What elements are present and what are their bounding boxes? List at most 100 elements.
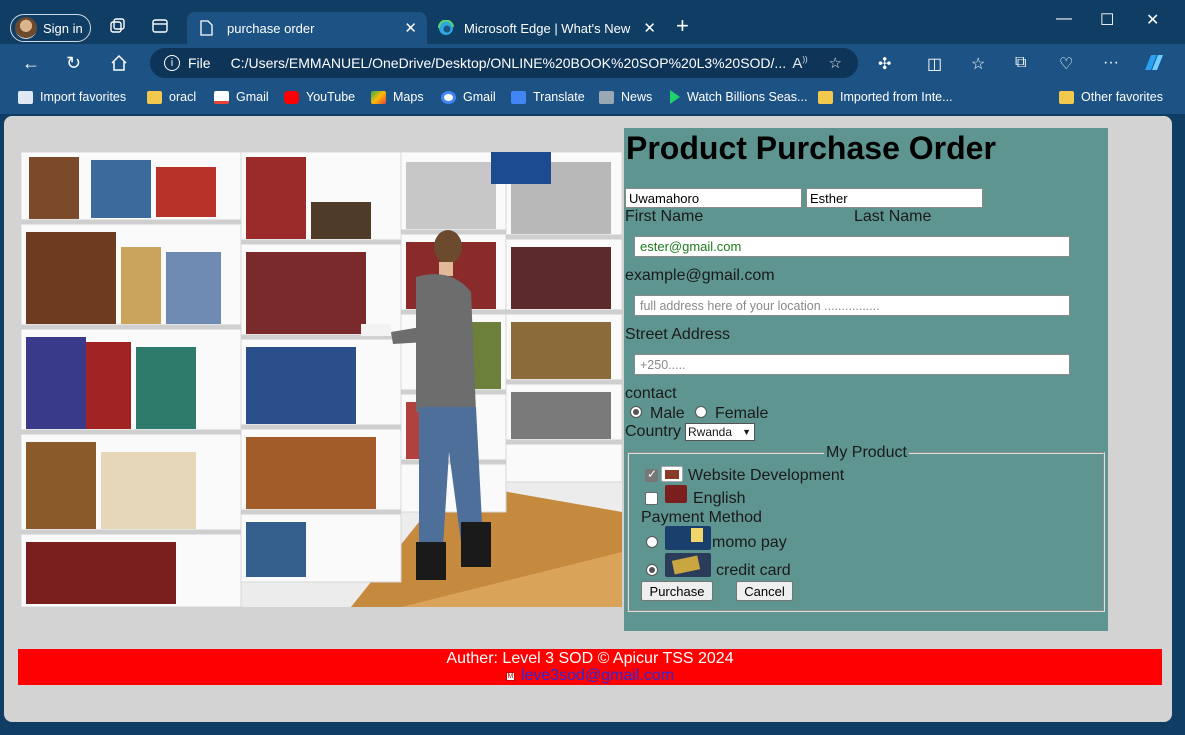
favorites-bar: Import favorites oracl Gmail YouTube Map… <box>0 84 1185 114</box>
youtube-icon <box>284 90 299 104</box>
edge-icon <box>438 20 454 35</box>
close-tab-icon[interactable]: ✕ <box>404 19 417 37</box>
fav-youtube[interactable]: YouTube <box>284 90 355 104</box>
info-icon[interactable]: i <box>164 55 180 71</box>
contact-label: contact <box>625 385 677 402</box>
fav-gmail[interactable]: Gmail <box>214 90 269 104</box>
momo-pay-radio[interactable] <box>646 536 658 548</box>
navigation-bar: ← ↻ i File C:/Users/EMMANUEL/OneDrive/De… <box>0 44 1185 84</box>
home-icon[interactable] <box>110 54 128 72</box>
page-footer: Auther: Level 3 SOD © Apicur TSS 2024 M … <box>18 649 1162 685</box>
new-tab-icon[interactable]: + <box>676 14 689 38</box>
female-radio[interactable] <box>695 406 707 418</box>
momo-pay-icon <box>665 526 711 550</box>
fav-translate[interactable]: Translate <box>511 90 585 104</box>
website-development-checkbox[interactable] <box>645 467 658 482</box>
news-icon <box>599 90 614 104</box>
gmail-icon <box>214 90 229 104</box>
split-screen-icon[interactable]: ◫ <box>927 54 942 74</box>
email-input[interactable]: ester@gmail.com <box>634 236 1070 257</box>
fav-news[interactable]: News <box>599 90 652 104</box>
maximize-icon[interactable]: ☐ <box>1100 10 1114 30</box>
tab-purchase-order[interactable]: purchase order ✕ <box>187 12 427 44</box>
male-label: Male <box>650 405 685 422</box>
minimize-icon[interactable]: — <box>1056 10 1072 28</box>
folder-icon <box>818 90 833 104</box>
contact-input[interactable]: +250..... <box>634 354 1070 375</box>
tab-actions-icon[interactable] <box>151 17 169 35</box>
tab-edge-whats-new[interactable]: Microsoft Edge | What's New ✕ <box>430 12 666 44</box>
english-checkbox[interactable] <box>645 492 658 505</box>
fav-imported[interactable]: Imported from Inte... <box>818 90 953 104</box>
credit-card-radio[interactable] <box>646 564 658 576</box>
title-bar: Sign in purchase order ✕ Microsoft Edge … <box>0 0 1185 44</box>
address-input[interactable]: full address here of your location .....… <box>634 295 1070 316</box>
english-label: English <box>693 490 746 507</box>
address-label: Street Address <box>625 326 730 343</box>
book-thumbnail-icon <box>661 466 683 482</box>
copilot-icon[interactable] <box>1142 52 1166 74</box>
chevron-down-icon: ▼ <box>742 427 751 437</box>
fav-label: Maps <box>393 90 424 104</box>
fav-maps[interactable]: Maps <box>371 90 424 104</box>
browser-essentials-icon[interactable]: ♡ <box>1059 54 1073 74</box>
country-label: Country <box>625 423 682 440</box>
url-text[interactable]: C:/Users/EMMANUEL/OneDrive/Desktop/ONLIN… <box>231 55 787 71</box>
read-aloud-icon[interactable]: A)) ☆ <box>792 54 842 72</box>
website-development-label: Website Development <box>688 467 845 484</box>
address-bar[interactable]: i File C:/Users/EMMANUEL/OneDrive/Deskto… <box>150 48 858 78</box>
sign-in-button[interactable]: Sign in <box>10 14 91 42</box>
fav-label: YouTube <box>306 90 356 104</box>
payment-method-label: Payment Method <box>641 509 762 526</box>
google-icon <box>441 90 456 104</box>
fav-import-favorites[interactable]: Import favorites <box>18 90 126 104</box>
fav-label: Gmail <box>236 90 269 104</box>
male-radio[interactable] <box>630 406 642 418</box>
book-icon <box>665 485 687 503</box>
tab-title: purchase order <box>227 20 315 36</box>
last-name-input[interactable]: Esther <box>806 188 983 208</box>
fav-gmail-google[interactable]: Gmail <box>441 90 496 104</box>
refresh-icon[interactable]: ↻ <box>66 52 81 74</box>
momo-pay-label: momo pay <box>712 534 787 551</box>
fav-label: oracl <box>169 90 197 104</box>
protocol-label: File <box>188 55 211 71</box>
collections-icon[interactable]: ⧉ <box>1015 54 1026 72</box>
favorites-icon[interactable]: ☆ <box>971 54 985 74</box>
fav-label: Other favorites <box>1081 90 1163 104</box>
credit-card-label: credit card <box>716 562 791 579</box>
first-name-label: First Name <box>625 208 704 225</box>
footer-email-link[interactable]: leve3sod@gmail.com <box>521 667 674 685</box>
country-select[interactable]: Rwanda ▼ <box>685 423 755 441</box>
translate-icon <box>511 90 526 104</box>
fav-oracl[interactable]: oracl <box>147 90 196 104</box>
cancel-button[interactable]: Cancel <box>736 581 793 601</box>
author-text: Auther: Level 3 SOD © Apicur TSS 2024 <box>446 650 734 667</box>
fav-label: News <box>621 90 653 104</box>
sign-in-label: Sign in <box>43 20 83 36</box>
first-name-input[interactable]: Uwamahoro <box>625 188 802 208</box>
last-name-label: Last Name <box>854 208 932 225</box>
purchase-button[interactable]: Purchase <box>641 581 713 601</box>
folder-icon <box>147 90 162 104</box>
workspaces-icon[interactable] <box>108 17 126 35</box>
footer-email-row: M leve3sod@gmail.com <box>18 667 1162 685</box>
extensions-icon[interactable]: ✣ <box>878 54 891 74</box>
import-icon <box>18 90 33 104</box>
female-label: Female <box>715 405 769 422</box>
close-window-icon[interactable]: ✕ <box>1146 10 1159 30</box>
profile-avatar <box>15 17 37 39</box>
fav-label: Gmail <box>463 90 496 104</box>
back-icon[interactable]: ← <box>22 52 40 74</box>
folder-icon <box>1059 90 1074 104</box>
fav-other-favorites[interactable]: Other favorites <box>1059 90 1163 104</box>
email-label: example@gmail.com <box>625 267 775 284</box>
close-tab-icon[interactable]: ✕ <box>643 19 656 37</box>
product-legend: My Product <box>826 444 907 461</box>
more-options-icon[interactable]: ··· <box>1103 54 1119 72</box>
document-icon <box>200 20 213 36</box>
fav-label: Import favorites <box>40 90 127 104</box>
play-icon <box>670 90 680 104</box>
fav-watch-billions[interactable]: Watch Billions Seas... <box>670 90 807 104</box>
page-viewport: Product Purchase Order Uwamahoro Esther … <box>4 116 1172 722</box>
